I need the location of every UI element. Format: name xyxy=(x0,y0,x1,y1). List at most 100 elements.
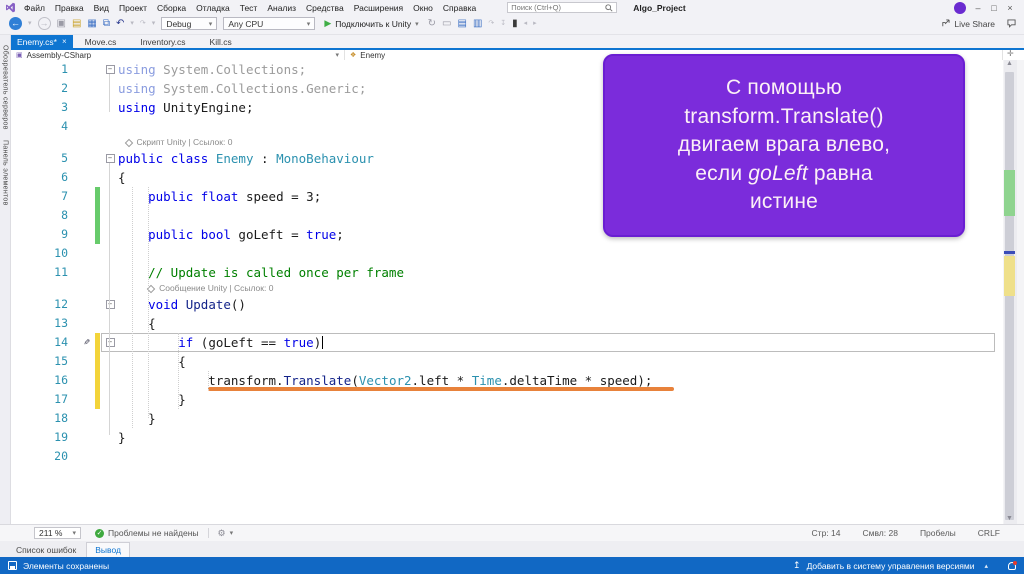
code-text[interactable]: } xyxy=(118,428,1003,447)
fold-column[interactable] xyxy=(102,263,118,282)
fold-column[interactable] xyxy=(102,206,118,225)
code-line-20[interactable]: 20 xyxy=(11,447,1003,466)
menu-item-Проект[interactable]: Проект xyxy=(114,3,152,13)
line-number[interactable]: 17 xyxy=(11,390,80,409)
code-line-11[interactable]: 11 // Update is called once per frame xyxy=(11,263,1003,282)
line-number[interactable]: 5 xyxy=(11,149,80,168)
code-line-15[interactable]: 15 { xyxy=(11,352,1003,371)
gutter-icon-column[interactable] xyxy=(80,390,94,409)
fold-column[interactable] xyxy=(102,79,118,98)
menu-item-Окно[interactable]: Окно xyxy=(408,3,438,13)
line-number[interactable]: 9 xyxy=(11,225,80,244)
menu-item-Справка[interactable]: Справка xyxy=(438,3,481,13)
fold-toggle[interactable]: − xyxy=(105,338,115,347)
fold-column[interactable] xyxy=(102,244,118,263)
prev-bookmark-icon[interactable]: ◂ xyxy=(524,16,528,32)
code-text[interactable] xyxy=(118,244,1003,263)
fold-column[interactable]: − xyxy=(102,60,118,79)
tool-strip-Обозреватель[interactable]: Обозреватель серверов xyxy=(2,45,9,130)
save-icon[interactable]: ▦ xyxy=(87,16,96,32)
line-number[interactable]: 19 xyxy=(11,428,80,447)
panel-tab-Вывод[interactable]: Вывод xyxy=(86,542,130,557)
fold-column[interactable] xyxy=(102,117,118,136)
gutter-icon-column[interactable] xyxy=(80,149,94,168)
menu-item-Файл[interactable]: Файл xyxy=(19,3,50,13)
hot-reload-icon[interactable]: ↻ xyxy=(428,16,436,32)
project-dropdown[interactable]: ▣ Assembly-CSharp ▾ xyxy=(11,50,345,60)
line-number[interactable]: 13 xyxy=(11,314,80,333)
diagnostics-icon[interactable]: ▥ xyxy=(473,16,482,32)
gutter-icon-column[interactable] xyxy=(80,352,94,371)
menu-item-Вид[interactable]: Вид xyxy=(89,3,114,13)
fold-toggle[interactable]: − xyxy=(105,65,115,74)
tab-Movecs[interactable]: Move.cs xyxy=(73,35,129,48)
gutter-icon-column[interactable] xyxy=(80,60,94,79)
fold-column[interactable] xyxy=(102,371,118,390)
gutter-icon-column[interactable] xyxy=(80,168,94,187)
gutter-icon-column[interactable] xyxy=(80,187,94,206)
step-into-icon[interactable]: ↧ xyxy=(500,16,506,32)
maximize-button[interactable]: □ xyxy=(986,3,1002,13)
line-number[interactable]: 3 xyxy=(11,98,80,117)
fold-column[interactable]: − xyxy=(102,295,118,314)
next-bookmark-icon[interactable]: ▸ xyxy=(533,16,537,32)
code-text[interactable]: { xyxy=(118,314,1003,333)
panel-tab-Список ошибок[interactable]: Список ошибок xyxy=(8,543,84,557)
code-text[interactable]: } xyxy=(118,390,1003,409)
gutter-icon-column[interactable] xyxy=(80,225,94,244)
open-file-icon[interactable]: ▤ xyxy=(72,16,81,32)
menu-item-Тест[interactable]: Тест xyxy=(235,3,263,13)
line-number[interactable]: 16 xyxy=(11,371,80,390)
code-line-17[interactable]: 17 } xyxy=(11,390,1003,409)
gutter-icon-column[interactable] xyxy=(80,371,94,390)
code-text[interactable]: { xyxy=(118,352,1003,371)
document-health[interactable]: ✓ Проблемы не найдены xyxy=(95,528,199,538)
feedback-icon[interactable] xyxy=(1007,19,1016,28)
zoom-select[interactable]: 211 % ▾ xyxy=(34,527,81,539)
line-number[interactable]: 18 xyxy=(11,409,80,428)
code-line-16[interactable]: 16 transform.Translate(Vector2.left * Ti… xyxy=(11,371,1003,391)
line-number[interactable]: 6 xyxy=(11,168,80,187)
bookmark-icon[interactable]: ▮ xyxy=(512,16,518,32)
redo-caret[interactable]: ▾ xyxy=(152,16,156,32)
tab-Enemycs[interactable]: Enemy.cs* × xyxy=(11,35,73,48)
health-settings-icon[interactable]: ⚙ xyxy=(218,528,226,539)
code-line-18[interactable]: 18 } xyxy=(11,409,1003,428)
navigate-backward-icon[interactable]: ← xyxy=(9,17,22,30)
line-number[interactable]: 4 xyxy=(11,117,80,136)
code-text[interactable]: } xyxy=(118,409,1003,428)
navigate-backward-caret[interactable]: ▾ xyxy=(28,16,32,32)
fold-column[interactable]: − xyxy=(102,149,118,168)
redo-icon[interactable]: ↷ xyxy=(140,16,146,32)
menu-item-Средства[interactable]: Средства xyxy=(301,3,349,13)
code-line-19[interactable]: 19} xyxy=(11,428,1003,447)
source-control-button[interactable]: ↥ Добавить в систему управления версиями… xyxy=(793,560,1017,571)
code-line-10[interactable]: 10 xyxy=(11,244,1003,263)
fold-column[interactable] xyxy=(102,98,118,117)
fold-column[interactable] xyxy=(102,225,118,244)
new-project-icon[interactable]: ▣ xyxy=(57,16,66,32)
live-share-button[interactable]: Live Share xyxy=(941,19,1016,29)
fold-column[interactable] xyxy=(102,187,118,206)
navigate-forward-icon[interactable]: → xyxy=(37,17,51,30)
codelens-info[interactable]: Сообщение Unity | Ссылок: 0 xyxy=(11,282,1003,295)
split-editor-handle[interactable]: ✛ xyxy=(1007,49,1014,58)
fold-column[interactable] xyxy=(102,447,118,466)
user-avatar[interactable] xyxy=(954,1,966,14)
chevron-down-icon[interactable]: ▾ xyxy=(230,529,234,537)
line-number[interactable]: 20 xyxy=(11,447,80,466)
gutter-icon-column[interactable]: ✎ xyxy=(80,333,94,352)
scroll-up-arrow[interactable]: ▲ xyxy=(1006,60,1013,67)
attach-to-unity-button[interactable]: ▶ Подключить к Unity ▾ xyxy=(324,18,418,29)
save-all-icon[interactable]: ⧉ xyxy=(103,16,110,32)
gutter-icon-column[interactable] xyxy=(80,206,94,225)
gutter-icon-column[interactable] xyxy=(80,117,94,136)
menu-item-Правка[interactable]: Правка xyxy=(50,3,89,13)
code-text[interactable] xyxy=(118,447,1003,466)
fold-column[interactable] xyxy=(102,409,118,428)
scrollbar-thumb[interactable] xyxy=(1005,72,1014,520)
menu-item-Отладка[interactable]: Отладка xyxy=(191,3,235,13)
line-number[interactable]: 15 xyxy=(11,352,80,371)
menu-item-Сборка[interactable]: Сборка xyxy=(152,3,191,13)
tool-strip-Панель[interactable]: Панель элементов xyxy=(2,140,9,206)
